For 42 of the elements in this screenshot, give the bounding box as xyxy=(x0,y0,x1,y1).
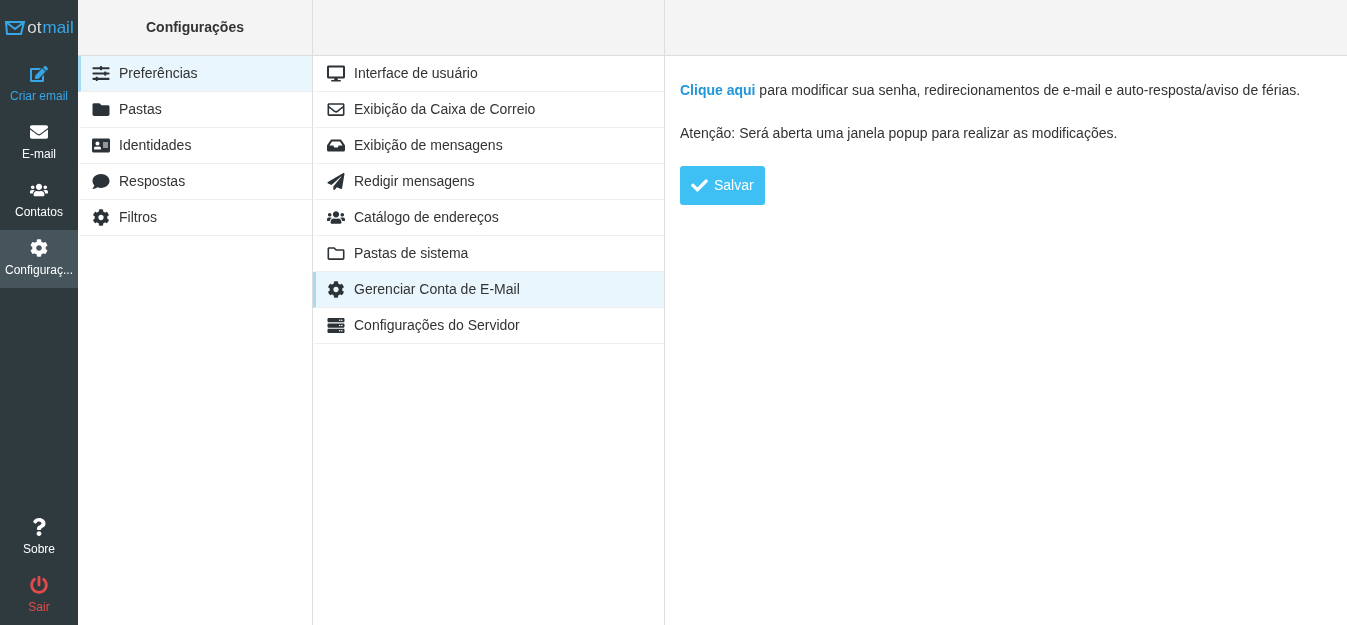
check-icon xyxy=(691,177,708,194)
logo: otmail xyxy=(0,0,78,56)
people-icon xyxy=(327,209,345,226)
menu-item[interactable]: Preferências xyxy=(78,56,312,92)
nav-item[interactable]: Sobre xyxy=(0,509,78,567)
nav-item[interactable]: E-mail xyxy=(0,114,78,172)
menu-item[interactable]: Identidades xyxy=(78,128,312,164)
settings-icon xyxy=(327,281,345,298)
monitor-icon xyxy=(327,65,345,82)
menu-item[interactable]: Catálogo de endereços xyxy=(313,200,664,236)
menu-item[interactable]: Filtros xyxy=(78,200,312,236)
menu-item[interactable]: Gerenciar Conta de E-Mail xyxy=(313,272,664,308)
nav-item[interactable]: Criar email xyxy=(0,56,78,114)
menu-item[interactable]: Interface de usuário xyxy=(313,56,664,92)
menu-item[interactable]: Respostas xyxy=(78,164,312,200)
envelope-icon xyxy=(30,123,48,141)
menu-item[interactable]: Pastas xyxy=(78,92,312,128)
notice-text: Atenção: Será aberta uma janela popup para realizar as modificações. xyxy=(680,124,1119,143)
folder-icon xyxy=(327,245,345,262)
nav-item[interactable]: Configuraç... xyxy=(0,230,78,288)
question-mark-icon xyxy=(30,518,48,536)
inbox-tray-icon xyxy=(327,137,345,154)
section-title: Configurações xyxy=(146,18,244,37)
folder-icon xyxy=(92,101,110,118)
paper-plane-icon xyxy=(327,173,345,190)
menu-item[interactable]: Redigir mensagens xyxy=(313,164,664,200)
id-card-icon xyxy=(92,137,110,154)
menu-item[interactable]: Configurações do Servidor xyxy=(313,308,664,344)
nav-item[interactable]: Contatos xyxy=(0,172,78,230)
envelope-icon xyxy=(327,101,345,118)
settings-icon xyxy=(92,209,110,226)
server-icon xyxy=(327,317,345,334)
menu-item[interactable]: Exibição de mensagens xyxy=(313,128,664,164)
menu-item[interactable]: Exibição da Caixa de Correio xyxy=(313,92,664,128)
sliders-icon xyxy=(92,65,110,82)
settings-icon xyxy=(30,239,48,257)
people-icon xyxy=(30,181,48,199)
info-text: Clique aqui para modificar sua senha, redirecionamentos de e-mail e auto-resposta/aviso de férias. xyxy=(680,81,1302,100)
envelope-icon xyxy=(4,20,27,36)
power-icon xyxy=(30,576,48,594)
speech-bubble-icon xyxy=(92,173,110,190)
edit-icon xyxy=(30,65,48,83)
